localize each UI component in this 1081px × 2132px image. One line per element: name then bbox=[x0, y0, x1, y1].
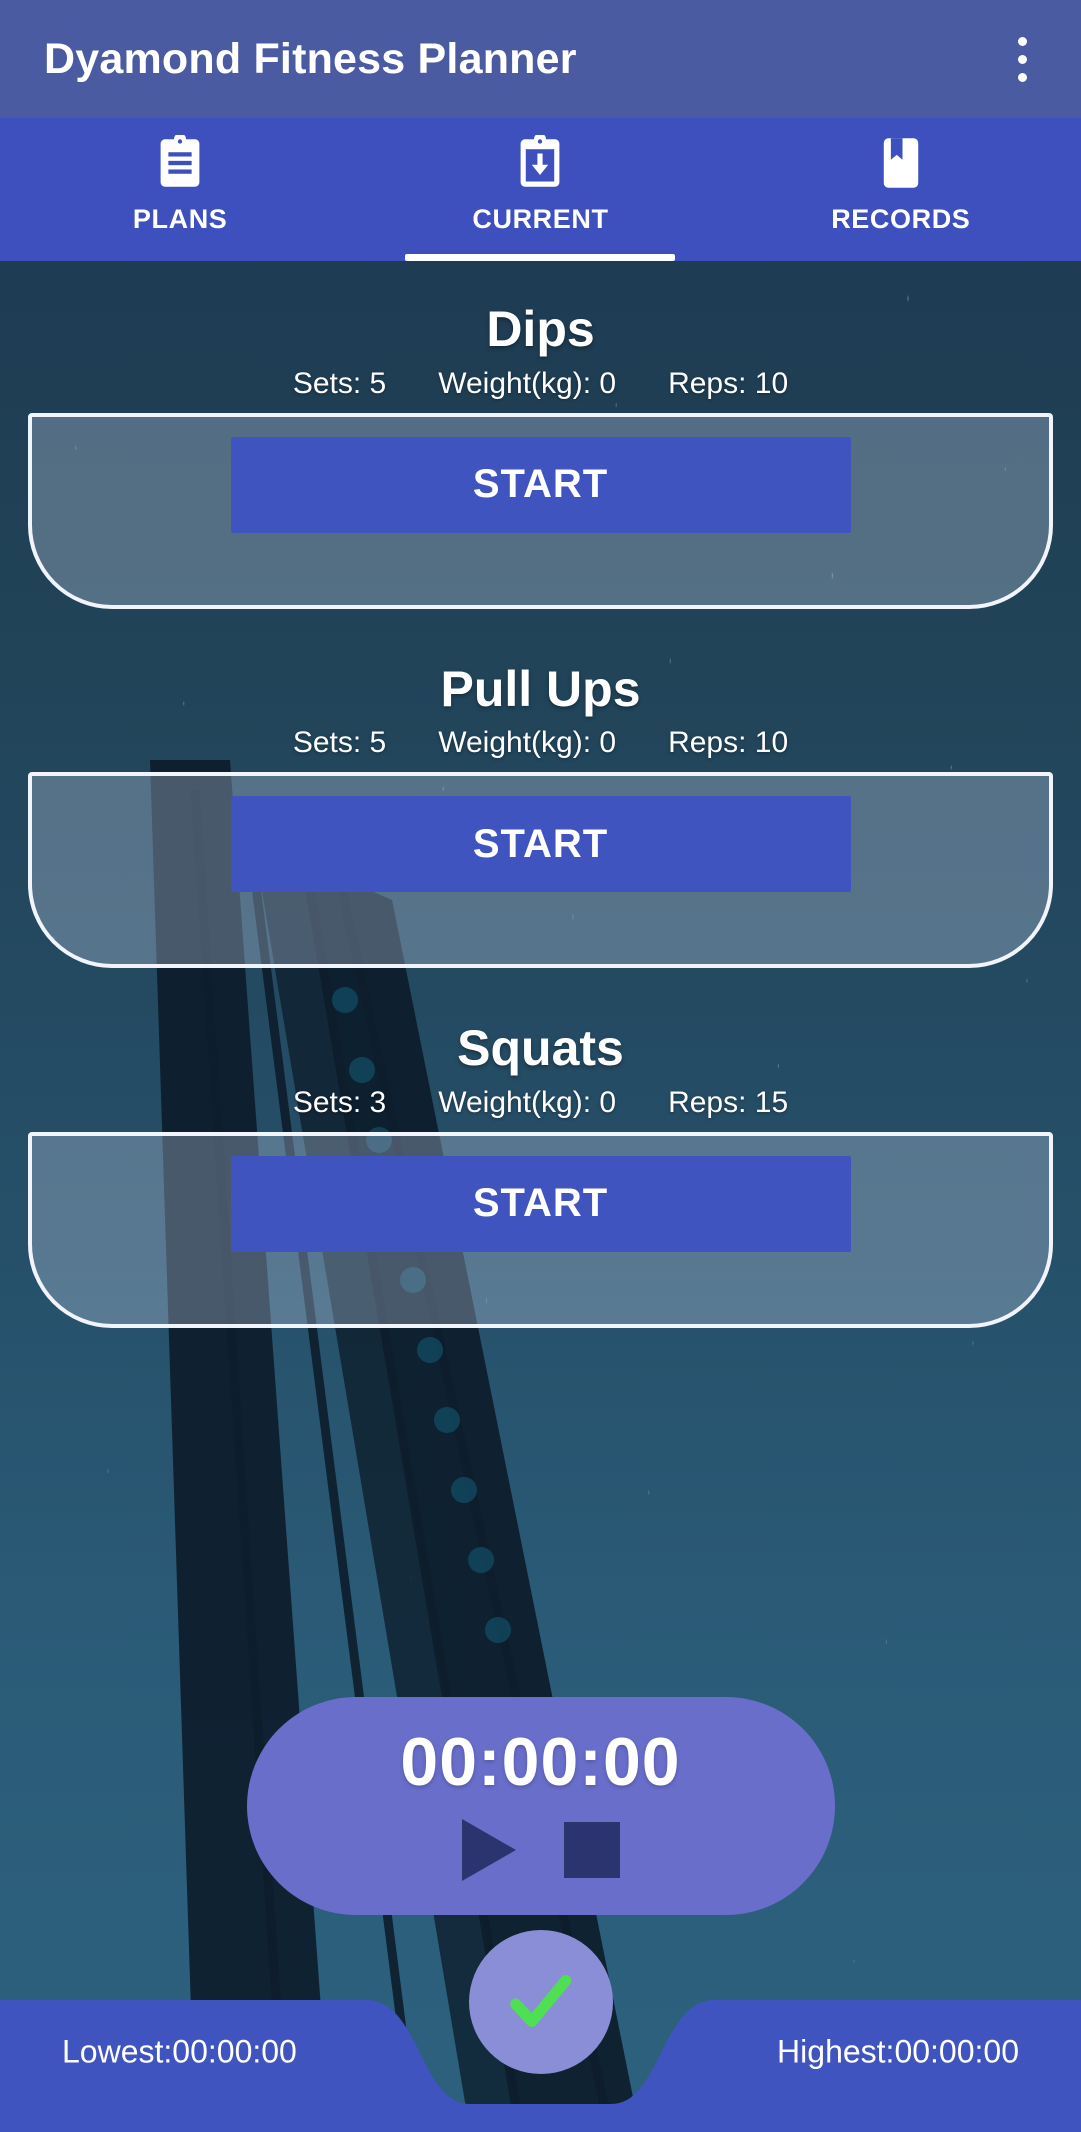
list-divider bbox=[0, 609, 1081, 663]
exercise-stats: Sets: 3 Weight(kg): 0 Reps: 15 bbox=[0, 1086, 1081, 1120]
timer-display: 00:00:00 bbox=[400, 1724, 681, 1800]
app-bar: Dyamond Fitness Planner bbox=[0, 0, 1081, 118]
exercise-sets: Sets: 3 bbox=[292, 1085, 387, 1119]
tab-current[interactable]: CURRENT bbox=[360, 118, 720, 261]
tab-records-label: RECORDS bbox=[831, 204, 971, 234]
exercise-card[interactable]: START bbox=[28, 412, 1053, 609]
check-icon bbox=[509, 1975, 571, 2028]
start-button[interactable]: START bbox=[230, 436, 851, 533]
exercise-stats: Sets: 5 Weight(kg): 0 Reps: 10 bbox=[0, 367, 1081, 401]
exercise-reps: Reps: 15 bbox=[668, 1085, 789, 1119]
start-button[interactable]: START bbox=[230, 796, 851, 892]
stop-icon[interactable] bbox=[563, 1822, 620, 1878]
lowest-time-label: Lowest:00:00:00 bbox=[62, 2033, 297, 2070]
exercise-weight: Weight(kg): 0 bbox=[438, 366, 617, 400]
exercise-list: Dips Sets: 5 Weight(kg): 0 Reps: 10 STAR… bbox=[0, 261, 1081, 1328]
exercise-card[interactable]: START bbox=[28, 1131, 1053, 1328]
list-divider bbox=[0, 968, 1081, 1022]
play-icon[interactable] bbox=[461, 1819, 516, 1881]
tab-bar: PLANS CURRENT RECORDS bbox=[0, 118, 1081, 261]
confirm-fab[interactable] bbox=[468, 1930, 613, 2074]
exercise-weight: Weight(kg): 0 bbox=[438, 1085, 617, 1119]
exercise-sets: Sets: 5 bbox=[292, 726, 387, 759]
more-vert-icon[interactable] bbox=[997, 24, 1047, 94]
exercise-name: Pull Ups bbox=[440, 660, 641, 717]
clipboard-list-icon bbox=[151, 134, 209, 192]
timer-controls bbox=[461, 1819, 620, 1881]
start-button[interactable]: START bbox=[230, 1155, 851, 1252]
tab-plans[interactable]: PLANS bbox=[0, 118, 360, 261]
exercise-item: Dips Sets: 5 Weight(kg): 0 Reps: 10 STAR… bbox=[0, 261, 1081, 609]
exercise-stats: Sets: 5 Weight(kg): 0 Reps: 10 bbox=[0, 726, 1081, 760]
exercise-card[interactable]: START bbox=[28, 772, 1053, 968]
exercise-item: Squats Sets: 3 Weight(kg): 0 Reps: 15 ST… bbox=[0, 1022, 1081, 1328]
exercise-item: Pull Ups Sets: 5 Weight(kg): 0 Reps: 10 … bbox=[0, 660, 1081, 968]
exercise-name: Dips bbox=[486, 301, 595, 357]
tab-selected-indicator bbox=[405, 254, 676, 261]
app-title: Dyamond Fitness Planner bbox=[44, 34, 577, 83]
exercise-name: Squats bbox=[457, 1020, 624, 1076]
exercise-reps: Reps: 10 bbox=[668, 726, 789, 759]
exercise-weight: Weight(kg): 0 bbox=[438, 726, 617, 759]
app-screen: Dyamond Fitness Planner PLANS CURRENT RE… bbox=[0, 0, 1081, 2132]
tab-records[interactable]: RECORDS bbox=[721, 118, 1081, 261]
highest-time-label: Highest:00:00:00 bbox=[777, 2033, 1019, 2070]
exercise-sets: Sets: 5 bbox=[292, 366, 387, 400]
clipboard-down-icon bbox=[511, 134, 569, 192]
tab-current-label: CURRENT bbox=[472, 204, 609, 234]
exercise-reps: Reps: 10 bbox=[668, 366, 789, 400]
timer-panel: 00:00:00 bbox=[246, 1697, 835, 1915]
tab-plans-label: PLANS bbox=[132, 204, 228, 234]
bookmark-icon bbox=[872, 134, 930, 192]
